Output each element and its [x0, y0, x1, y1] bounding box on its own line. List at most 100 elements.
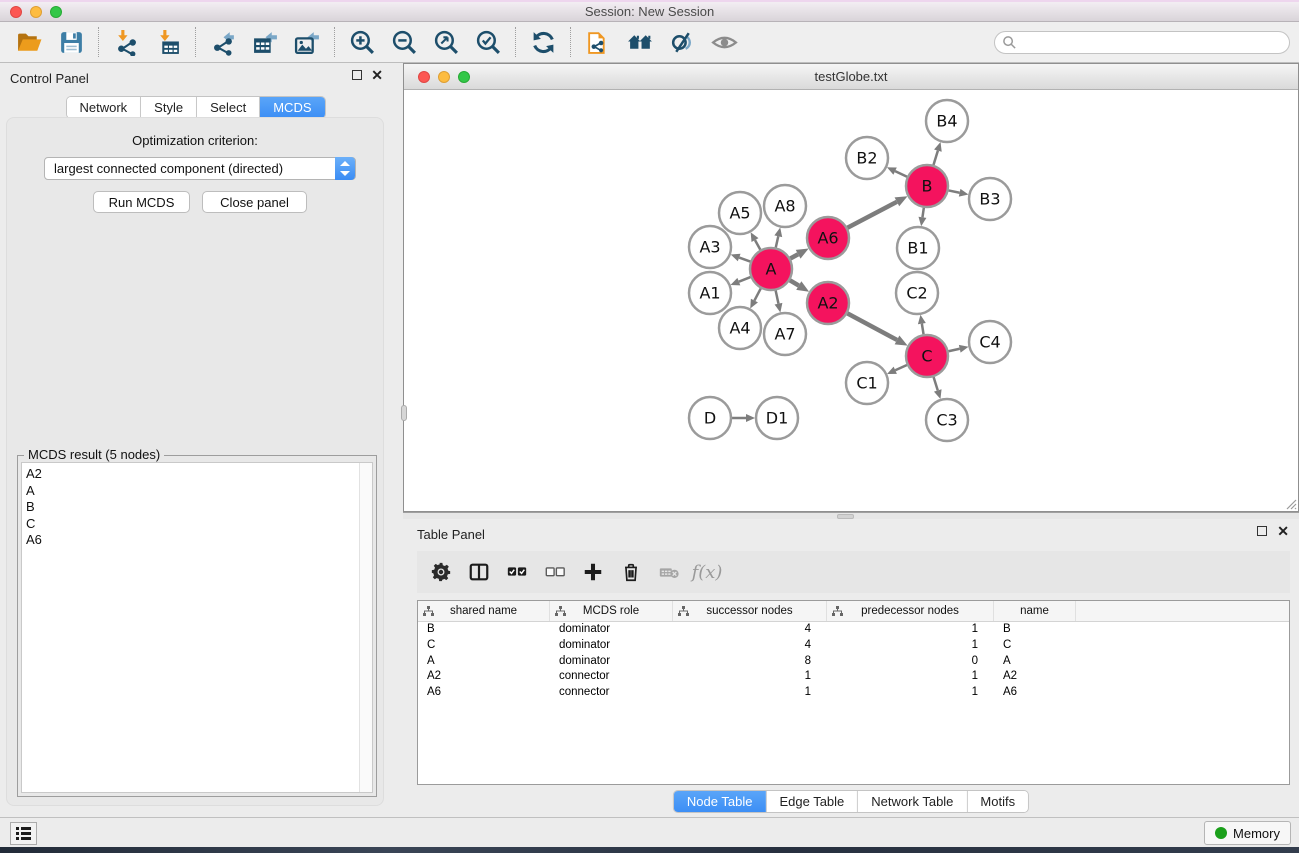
resize-grip-icon[interactable] — [1283, 496, 1297, 510]
close-table-panel-icon[interactable]: ✕ — [1277, 526, 1289, 536]
cell-shared-name[interactable]: A — [418, 654, 550, 670]
mcds-result-item[interactable]: A6 — [26, 532, 372, 549]
cell-name[interactable]: A6 — [994, 685, 1076, 701]
run-mcds-button[interactable]: Run MCDS — [93, 191, 190, 213]
cell-MCDS-role[interactable]: dominator — [550, 654, 673, 670]
graph-edge[interactable] — [922, 208, 923, 218]
tab-style[interactable]: Style — [141, 97, 197, 118]
column-header-predecessor-nodes[interactable]: predecessor nodes — [827, 601, 994, 621]
column-view-icon[interactable] — [465, 558, 493, 586]
cell-name[interactable]: A2 — [994, 669, 1076, 685]
column-header-successor-nodes[interactable]: successor nodes — [673, 601, 827, 621]
mcds-result-item[interactable]: B — [26, 499, 372, 516]
cell-predecessor-nodes[interactable]: 1 — [827, 685, 994, 701]
mcds-list-scrollbar[interactable] — [359, 463, 372, 792]
graph-edge[interactable] — [790, 280, 799, 285]
memory-button[interactable]: Memory — [1204, 821, 1291, 845]
tab-node-table[interactable]: Node Table — [674, 791, 767, 812]
import-network-icon[interactable] — [105, 24, 147, 60]
cell-MCDS-role[interactable]: connector — [550, 685, 673, 701]
task-history-button[interactable] — [10, 822, 37, 845]
column-header-MCDS-role[interactable]: MCDS role — [550, 601, 673, 621]
eye-icon[interactable] — [703, 24, 745, 60]
cell-name[interactable]: C — [994, 638, 1076, 654]
maximize-window-icon[interactable] — [50, 6, 62, 18]
cell-MCDS-role[interactable]: dominator — [550, 638, 673, 654]
tab-edge-table[interactable]: Edge Table — [766, 791, 858, 812]
table-row[interactable]: Cdominator41C — [418, 638, 1289, 654]
hide-details-icon[interactable] — [661, 24, 703, 60]
graph-edge[interactable] — [755, 240, 760, 250]
table-row[interactable]: A6connector11A6 — [418, 685, 1289, 701]
cell-shared-name[interactable]: B — [418, 622, 550, 638]
cell-name[interactable]: A — [994, 654, 1076, 670]
graph-edge[interactable] — [922, 324, 924, 335]
zoom-in-icon[interactable] — [341, 24, 383, 60]
gear-icon[interactable] — [427, 558, 455, 586]
delete-icon[interactable] — [617, 558, 645, 586]
network-minimize-icon[interactable] — [438, 71, 450, 83]
cell-shared-name[interactable]: C — [418, 638, 550, 654]
graph-edge[interactable] — [739, 277, 751, 282]
graph-edge[interactable] — [790, 254, 798, 258]
cell-successor-nodes[interactable]: 4 — [673, 622, 827, 638]
cell-predecessor-nodes[interactable]: 1 — [827, 638, 994, 654]
graph-edge[interactable] — [895, 171, 907, 177]
function-builder-icon[interactable]: f(x) — [693, 558, 721, 586]
cell-successor-nodes[interactable]: 1 — [673, 685, 827, 701]
export-table-icon[interactable] — [244, 24, 286, 60]
graph-edge[interactable] — [776, 236, 779, 247]
horizontal-split-divider[interactable] — [403, 512, 1299, 519]
cell-MCDS-role[interactable]: dominator — [550, 622, 673, 638]
open-folder-icon[interactable] — [8, 24, 50, 60]
graph-edge[interactable] — [949, 190, 960, 192]
add-icon[interactable] — [579, 558, 607, 586]
deselect-all-icon[interactable] — [541, 558, 569, 586]
criterion-select[interactable]: largest connected component (directed) — [44, 157, 356, 180]
cell-shared-name[interactable]: A6 — [418, 685, 550, 701]
network-graph-canvas[interactable]: AA1A2A3A4A5A6A7A8BB1B2B3B4CC1C2C3C4DD1 — [404, 90, 1298, 511]
split-divider-grip[interactable] — [401, 405, 407, 421]
graph-edge[interactable] — [776, 291, 779, 304]
refresh-icon[interactable] — [522, 24, 564, 60]
column-header-name[interactable]: name — [994, 601, 1076, 621]
select-all-icon[interactable] — [503, 558, 531, 586]
tab-mcds[interactable]: MCDS — [260, 97, 324, 118]
export-network-icon[interactable] — [202, 24, 244, 60]
home-icon[interactable] — [619, 24, 661, 60]
zoom-out-icon[interactable] — [383, 24, 425, 60]
graph-edge[interactable] — [895, 365, 907, 370]
network-window-titlebar[interactable]: testGlobe.txt — [404, 64, 1298, 90]
cell-predecessor-nodes[interactable]: 0 — [827, 654, 994, 670]
zoom-selected-icon[interactable] — [467, 24, 509, 60]
import-table-icon[interactable] — [147, 24, 189, 60]
cell-successor-nodes[interactable]: 4 — [673, 638, 827, 654]
tab-motifs[interactable]: Motifs — [967, 791, 1028, 812]
close-window-icon[interactable] — [10, 6, 22, 18]
column-header-shared-name[interactable]: shared name — [418, 601, 550, 621]
tab-network-table[interactable]: Network Table — [858, 791, 967, 812]
mcds-result-item[interactable]: A — [26, 483, 372, 500]
graph-edge[interactable] — [948, 349, 959, 352]
search-input[interactable] — [994, 31, 1290, 54]
mcds-result-item[interactable]: C — [26, 516, 372, 533]
close-panel-icon[interactable]: ✕ — [371, 70, 383, 80]
cell-predecessor-nodes[interactable]: 1 — [827, 622, 994, 638]
mcds-result-listbox[interactable]: A2ABCA6 — [21, 462, 373, 793]
tab-select[interactable]: Select — [197, 97, 260, 118]
close-panel-button[interactable]: Close panel — [202, 191, 307, 213]
save-icon[interactable] — [50, 24, 92, 60]
cell-predecessor-nodes[interactable]: 1 — [827, 669, 994, 685]
export-image-icon[interactable] — [286, 24, 328, 60]
graph-edge[interactable] — [933, 151, 937, 165]
table-header-row[interactable]: shared nameMCDS rolesuccessor nodesprede… — [418, 601, 1289, 622]
cell-name[interactable]: B — [994, 622, 1076, 638]
cell-MCDS-role[interactable]: connector — [550, 669, 673, 685]
network-maximize-icon[interactable] — [458, 71, 470, 83]
tab-network[interactable]: Network — [66, 97, 141, 118]
table-row[interactable]: A2connector11A2 — [418, 669, 1289, 685]
delete-table-icon[interactable] — [655, 558, 683, 586]
float-table-panel-icon[interactable] — [1257, 526, 1267, 536]
node-table[interactable]: shared nameMCDS rolesuccessor nodesprede… — [417, 600, 1290, 785]
graph-edge[interactable] — [847, 202, 896, 228]
